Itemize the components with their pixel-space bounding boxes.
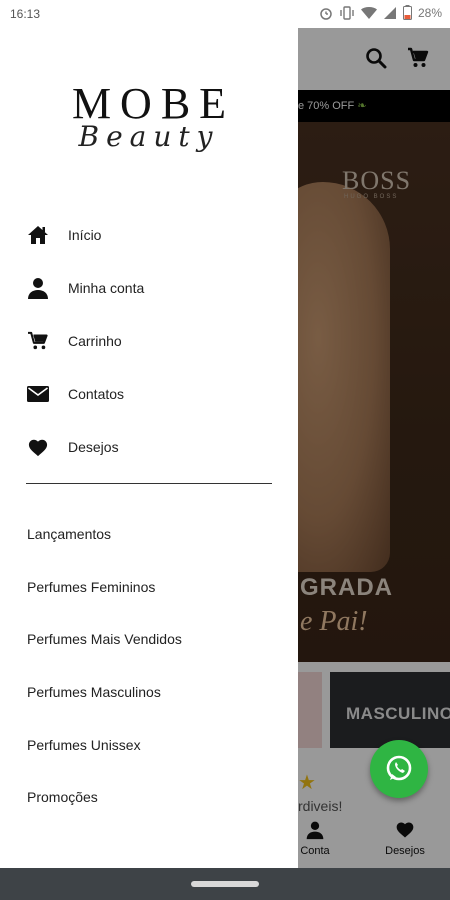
menu-item-label: Contatos	[68, 385, 125, 402]
status-icons: 28%	[319, 5, 442, 20]
category-lancamentos[interactable]: Lançamentos	[27, 508, 277, 561]
alarm-icon	[320, 7, 332, 20]
menu-divider	[26, 483, 272, 484]
category-perfumes-masculinos[interactable]: Perfumes Masculinos	[27, 666, 277, 719]
menu-item-desejos[interactable]: Desejos	[26, 420, 276, 473]
whatsapp-icon	[386, 755, 412, 781]
brand-logo: MOBE Beauty	[0, 82, 298, 154]
signal-icon	[383, 6, 396, 19]
battery-icon	[402, 5, 412, 20]
menu-item-label: Minha conta	[68, 279, 145, 296]
menu-item-carrinho[interactable]: Carrinho	[26, 314, 276, 367]
menu-item-inicio[interactable]: Início	[26, 208, 276, 261]
status-time: 16:13	[10, 7, 41, 21]
status-bar: 16:13 28%	[0, 0, 450, 28]
home-gesture-pill[interactable]	[191, 881, 259, 887]
wifi-icon	[360, 6, 377, 19]
battery-percentage: 28%	[417, 5, 442, 20]
menu-item-label: Início	[68, 226, 102, 243]
cart-icon	[26, 329, 50, 353]
drawer-menu: Início Minha conta Carrinho Contatos Des…	[26, 208, 276, 473]
home-icon	[26, 223, 50, 247]
category-list: Lançamentos Perfumes Femininos Perfumes …	[27, 508, 277, 824]
system-nav-bar	[0, 868, 450, 900]
menu-item-label: Carrinho	[68, 332, 122, 349]
navigation-drawer: MOBE Beauty Início Minha conta Carrinho …	[0, 28, 298, 868]
category-perfumes-unissex[interactable]: Perfumes Unissex	[27, 718, 277, 771]
menu-item-minha-conta[interactable]: Minha conta	[26, 261, 276, 314]
category-perfumes-mais-vendidos[interactable]: Perfumes Mais Vendidos	[27, 613, 277, 666]
heart-icon	[26, 435, 50, 459]
category-perfumes-femininos[interactable]: Perfumes Femininos	[27, 561, 277, 614]
logo-script: Beauty	[78, 120, 220, 153]
category-promocoes[interactable]: Promoções	[27, 771, 277, 824]
mail-icon	[26, 382, 50, 406]
menu-item-contatos[interactable]: Contatos	[26, 367, 276, 420]
person-icon	[26, 276, 50, 300]
vibrate-icon	[340, 5, 354, 20]
menu-item-label: Desejos	[68, 438, 119, 455]
whatsapp-button[interactable]	[370, 740, 428, 798]
screen: e 70% OFF ❧ BOSS HUGO BOSS GRADA e Pai! …	[0, 0, 450, 900]
